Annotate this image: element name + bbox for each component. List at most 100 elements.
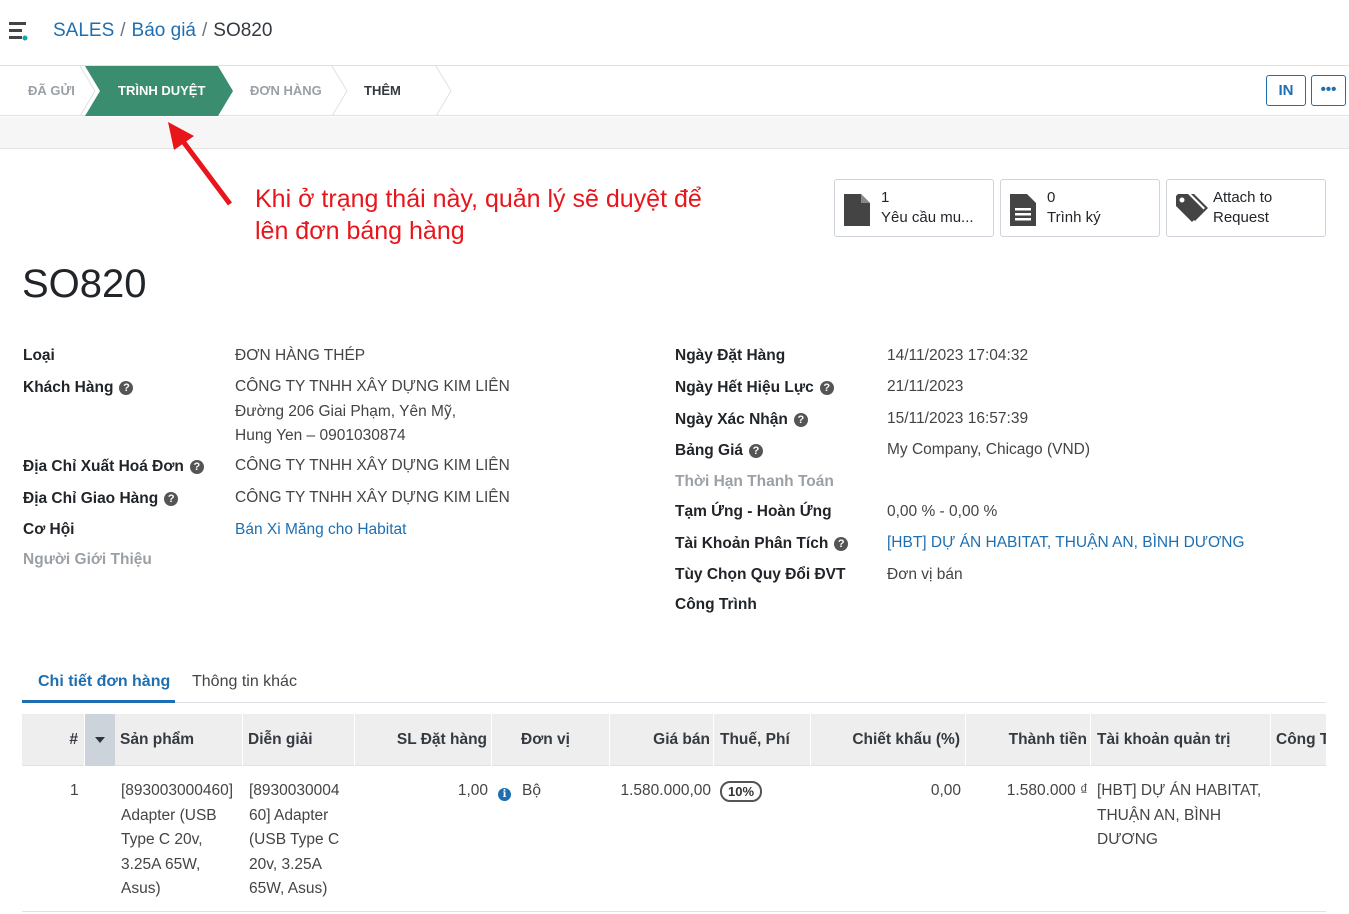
column-header-discount[interactable]: Chiết khấu (%) — [811, 714, 966, 766]
breadcrumb-separator: / — [202, 20, 208, 41]
field-value-confirm-date[interactable]: 15/11/2023 16:57:39 — [887, 407, 1028, 432]
smart-button-label: Trình ký — [1047, 209, 1101, 226]
breadcrumb-current: SO820 — [213, 20, 273, 41]
header-text: Diễn giải — [248, 731, 313, 748]
info-icon[interactable]: i — [498, 781, 511, 806]
field-value-customer[interactable]: CÔNG TY TNHH XÂY DỰNG KIM LIÊN Đường 206… — [235, 375, 510, 449]
document-lines-icon — [1010, 194, 1036, 231]
attach-request-button[interactable]: Attach to Request — [1166, 179, 1326, 237]
help-icon[interactable]: ? — [119, 381, 134, 395]
header-text: Sản phẩm — [120, 731, 195, 748]
stage-label: THÊM — [364, 83, 401, 98]
header-text: Thành tiền — [1008, 731, 1087, 748]
field-label-analytic-account: Tài Khoản Phân Tích? — [675, 535, 849, 553]
field-label-uom-option: Tùy Chọn Quy Đổi ĐVT — [675, 566, 846, 583]
stage-pending-approval[interactable]: TRÌNH DUYỆT — [85, 66, 233, 116]
help-icon[interactable]: ? — [749, 444, 764, 458]
column-header-description[interactable]: Diễn giải — [243, 714, 355, 766]
header-text: Chiết khấu (%) — [852, 731, 960, 748]
field-value-uom-option[interactable]: Đơn vị bán — [887, 563, 963, 588]
breadcrumb-quotations[interactable]: Báo giá — [132, 20, 196, 41]
field-value-pricelist[interactable]: My Company, Chicago (VND) — [887, 438, 1090, 463]
smart-button-label: Yêu cầu mu... — [881, 209, 974, 226]
cell-line: (USB Type C — [249, 831, 340, 848]
cell-product: [893003000460] Adapter (USB Type C 20v, … — [121, 779, 239, 902]
customer-address: Đường 206 Giai Phạm, Yên Mỹ, — [235, 402, 456, 420]
field-label-advance: Tạm Ứng - Hoàn Ứng — [675, 503, 832, 520]
field-value-analytic-account[interactable]: [HBT] DỰ ÁN HABITAT, THUẬN AN, BÌNH DƯƠN… — [887, 531, 1245, 556]
cell-tax: 10% — [720, 780, 763, 805]
column-header-taxes[interactable]: Thuế, Phí — [714, 714, 811, 766]
column-header-product[interactable]: Sản phẩm — [115, 714, 243, 766]
cell-uom: Bộ — [522, 782, 541, 799]
record-title: SO820 — [22, 262, 147, 306]
help-icon[interactable]: ? — [164, 492, 179, 506]
column-header-analytic-account[interactable]: Tài khoản quản trị — [1091, 714, 1271, 766]
field-value-order-date[interactable]: 14/11/2023 17:04:32 — [887, 344, 1028, 369]
smart-button-count: 1 — [881, 189, 890, 206]
purchase-requests-button[interactable]: 1 Yêu cầu mu... — [834, 179, 994, 237]
field-label-delivery-address: Địa Chỉ Giao Hàng? — [23, 490, 179, 508]
column-header-subtotal[interactable]: Thành tiền — [966, 714, 1091, 766]
menu-icon[interactable] — [9, 21, 29, 41]
sign-requests-button[interactable]: 0 Trình ký — [1000, 179, 1160, 237]
help-icon[interactable]: ? — [834, 537, 849, 551]
annotation-line: lên đơn báng hàng — [255, 217, 465, 245]
label-text: Tài Khoản Phân Tích — [675, 535, 829, 552]
stage-sales-order[interactable]: ĐƠN HÀNG — [250, 66, 322, 116]
cell-discount: 0,00 — [930, 782, 961, 799]
field-value-invoice-address[interactable]: CÔNG TY TNHH XÂY DỰNG KIM LIÊN — [235, 454, 510, 479]
cell-line: 65W, Asus) — [249, 880, 328, 897]
cell-line: 60] Adapter — [249, 806, 329, 824]
status-bar: ĐÃ GỬI TRÌNH DUYỆT ĐƠN HÀNG THÊM IN ••• — [0, 66, 1349, 116]
label-text: Ngày Xác Nhận — [675, 411, 788, 428]
more-button[interactable]: ••• — [1311, 75, 1346, 106]
sort-handle-column[interactable] — [85, 714, 115, 766]
table-header: # Sản phẩm Diễn giải SL Đặt hàng Đơn vị … — [22, 714, 1326, 766]
field-value-expiry-date[interactable]: 21/11/2023 — [887, 375, 963, 400]
order-lines-table: # Sản phẩm Diễn giải SL Đặt hàng Đơn vị … — [22, 714, 1326, 914]
header-text: Tài khoản quản trị — [1097, 731, 1231, 748]
cell-line: Adapter (USB — [121, 806, 217, 824]
field-label-project: Công Trình — [675, 596, 757, 613]
header-text: SL Đặt hàng — [396, 731, 487, 748]
field-value-delivery-address[interactable]: CÔNG TY TNHH XÂY DỰNG KIM LIÊN — [235, 486, 510, 511]
field-value-type[interactable]: ĐƠN HÀNG THÉP — [235, 344, 365, 369]
print-button[interactable]: IN — [1266, 75, 1306, 106]
cell-unit-price: 1.580.000,00 — [620, 782, 711, 799]
tags-icon — [1176, 194, 1210, 229]
field-label-customer: Khách Hàng? — [23, 379, 134, 397]
field-value-advance[interactable]: 0,00 % - 0,00 % — [887, 500, 997, 525]
help-icon[interactable]: ? — [189, 460, 204, 474]
column-header-unit-price[interactable]: Giá bán — [610, 714, 714, 766]
label-text: Ngày Hết Hiệu Lực — [675, 379, 814, 396]
stage-label: ĐƠN HÀNG — [250, 83, 322, 98]
table-row[interactable]: 1 [893003000460] Adapter (USB Type C 20v… — [22, 766, 1326, 912]
tab-order-lines[interactable]: Chi tiết đơn hàng — [38, 673, 170, 691]
cell-analytic-account: [HBT] DỰ ÁN HABITAT, THUẬN AN, BÌNH DƯƠN… — [1097, 779, 1269, 853]
help-icon[interactable]: ? — [819, 381, 834, 395]
field-value-opportunity[interactable]: Bán Xi Măng cho Habitat — [235, 518, 406, 543]
annotation-text: Khi ở trạng thái này, quản lý sẽ duyệt đ… — [255, 183, 775, 247]
breadcrumb-sales[interactable]: SALES — [53, 20, 114, 41]
cell-line: Type C 20v, — [121, 831, 203, 848]
annotation-line: Khi ở trạng thái này, quản lý sẽ duyệt đ… — [255, 185, 702, 213]
column-header-number[interactable]: # — [22, 714, 85, 766]
top-bar: SALES / Báo giá / SO820 — [0, 0, 1349, 66]
column-header-quantity[interactable]: SL Đặt hàng — [355, 714, 492, 766]
stage-sent[interactable]: ĐÃ GỬI — [28, 66, 75, 116]
column-header-project[interactable]: Công T — [1271, 714, 1326, 766]
stage-label: TRÌNH DUYỆT — [118, 83, 206, 98]
active-tab-indicator — [22, 700, 175, 703]
field-label-invoice-address: Địa Chỉ Xuất Hoá Đơn? — [23, 458, 204, 476]
smart-button-count: 0 — [1047, 189, 1056, 206]
field-label-pricelist: Bảng Giá? — [675, 442, 764, 460]
stage-more[interactable]: THÊM — [364, 66, 401, 116]
help-icon[interactable]: ? — [793, 413, 808, 427]
label-text: Bảng Giá — [675, 442, 744, 459]
cell-subtotal: 1.580.000 ₫ — [1006, 782, 1088, 799]
tab-other-info[interactable]: Thông tin khác — [192, 673, 297, 691]
header-text: # — [69, 731, 78, 748]
column-header-uom[interactable]: Đơn vị — [492, 714, 610, 766]
header-text: Đơn vị — [521, 731, 570, 748]
